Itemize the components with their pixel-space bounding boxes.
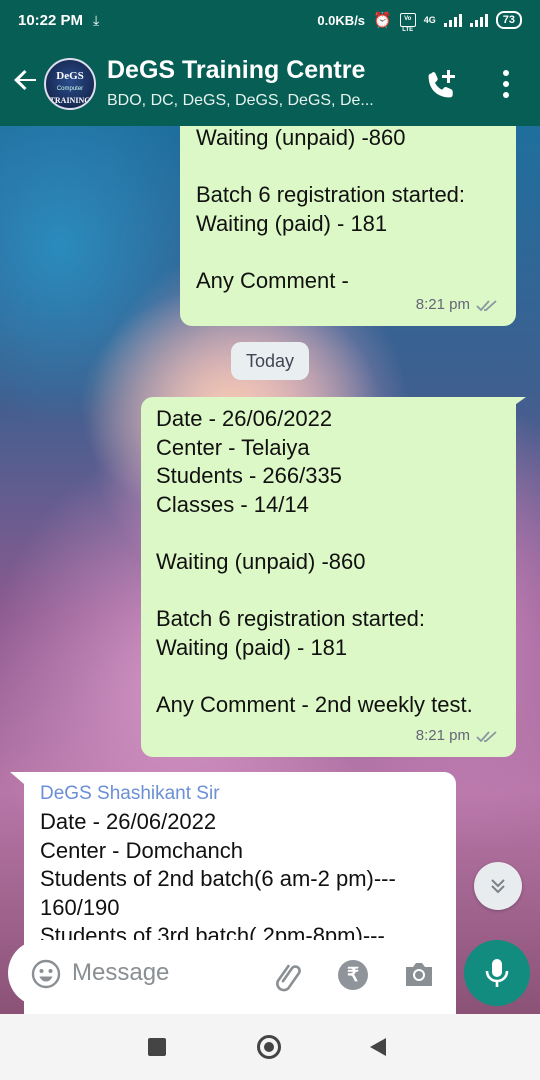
message-input[interactable] xyxy=(72,954,262,992)
network-type: 4G xyxy=(423,14,436,25)
network-speed: 0.0KB/s xyxy=(317,12,366,28)
back-button[interactable] xyxy=(370,1038,386,1056)
attach-icon[interactable] xyxy=(272,958,306,992)
message-text: Date - 26/06/2022 Center - Telaiya Stude… xyxy=(156,406,473,717)
voice-record-button[interactable] xyxy=(464,940,530,1006)
message-time: 8:21 pm xyxy=(415,296,470,314)
back-arrow-icon[interactable] xyxy=(10,64,42,96)
status-time: 10:22 PM xyxy=(18,11,84,29)
message-bubble-outgoing[interactable]: Date - 26/06/2022 Center - Telaiya Stude… xyxy=(141,397,516,757)
chat-title[interactable]: DeGS Training Centre xyxy=(107,56,365,85)
system-nav-bar xyxy=(0,1014,540,1080)
payment-icon[interactable]: ₹ xyxy=(338,960,368,990)
chat-participants[interactable]: BDO, DC, DeGS, DeGS, DeGS, De... xyxy=(107,92,407,110)
recent-apps-button[interactable] xyxy=(148,1038,166,1056)
sender-name[interactable]: DeGS Shashikant Sir xyxy=(40,780,220,809)
date-divider: Today xyxy=(231,342,309,380)
message-meta: 8:21 pm xyxy=(416,291,500,320)
message-bubble-outgoing[interactable]: Waiting (unpaid) -860 Batch 6 registrati… xyxy=(180,126,516,326)
message-box: ₹ xyxy=(8,940,456,1006)
chat-header: DeGS Computer TRAINING DeGS Training Cen… xyxy=(0,40,540,126)
double-chevron-down-icon xyxy=(491,879,505,894)
download-icon: ⤓ xyxy=(93,11,100,28)
home-button[interactable] xyxy=(257,1035,281,1059)
double-check-icon xyxy=(476,300,497,312)
compose-bar: ₹ xyxy=(0,934,540,1014)
message-text: Waiting (unpaid) -860 Batch 6 registrati… xyxy=(196,126,466,293)
chat-area[interactable]: Waiting (unpaid) -860 Batch 6 registrati… xyxy=(0,126,540,1014)
emoji-icon[interactable] xyxy=(30,958,62,990)
more-options-icon[interactable] xyxy=(494,66,518,102)
message-time: 8:21 pm xyxy=(415,727,470,745)
volte-icon: Vo LTE xyxy=(399,13,416,33)
add-call-icon[interactable] xyxy=(424,66,460,102)
message-meta: 8:21 pm xyxy=(416,722,500,751)
battery-icon: 73 xyxy=(495,11,522,29)
double-check-icon xyxy=(476,731,497,743)
alarm-icon: ⏰ xyxy=(373,12,392,29)
bubble-tail xyxy=(10,772,24,784)
status-right: 0.0KB/s ⏰ Vo LTE 4G 73 xyxy=(317,11,522,33)
camera-icon[interactable] xyxy=(402,958,436,990)
signal-icon-2 xyxy=(469,13,488,27)
group-avatar[interactable]: DeGS Computer TRAINING xyxy=(44,58,96,110)
message-text: Date - 26/06/2022 Center - Domchanch Stu… xyxy=(40,809,396,949)
microphone-icon xyxy=(485,959,509,987)
scroll-to-bottom-button[interactable] xyxy=(474,862,522,910)
status-bar: 10:22 PM ⤓ 0.0KB/s ⏰ Vo LTE 4G 73 xyxy=(0,0,540,40)
signal-icon xyxy=(443,13,462,27)
